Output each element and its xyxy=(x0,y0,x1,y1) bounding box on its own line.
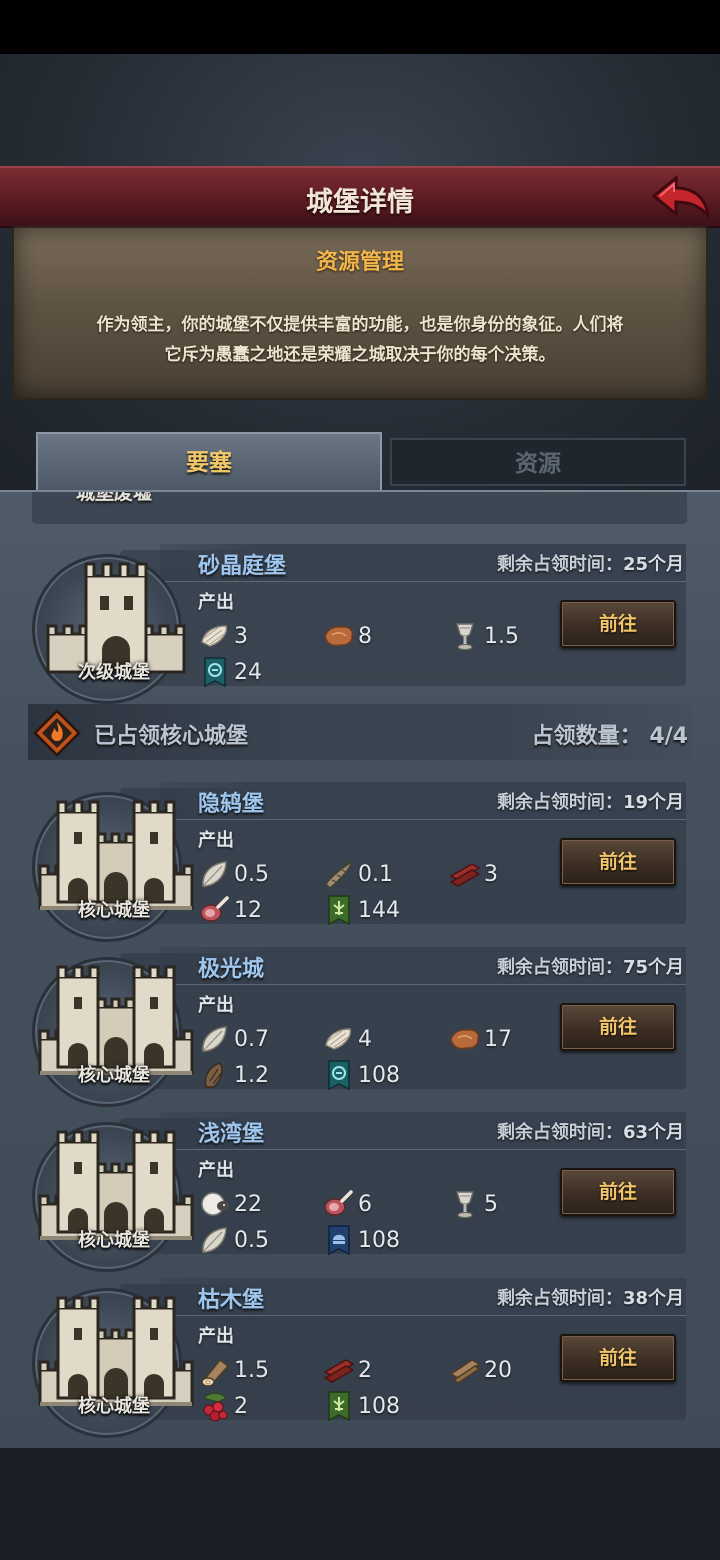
header-bar: 城堡详情 xyxy=(0,166,720,228)
castle-card-core: 核心城堡 隐鸫堡 剩余占领时间：19个月 产出 0.5 0.1 3 12 144… xyxy=(0,780,720,942)
resource-item: 20 xyxy=(448,1354,512,1386)
occupation-count: 占领数量： 4/4 xyxy=(531,724,688,749)
berries-icon xyxy=(198,1390,232,1422)
castle-name: 极光城 xyxy=(198,957,265,982)
status-bar xyxy=(0,0,720,54)
resource-item: 2 xyxy=(198,1390,248,1422)
leather-icon xyxy=(448,1023,482,1055)
green-banner-icon xyxy=(322,1390,356,1422)
wood-planks-icon xyxy=(448,1354,482,1386)
chalice-icon xyxy=(448,620,482,652)
occupation-timer: 剩余占领时间：38个月 xyxy=(496,1288,684,1309)
resource-item: 0.1 xyxy=(322,858,393,890)
castle-type-label: 核心城堡 xyxy=(78,1396,150,1417)
go-button[interactable]: 前往 xyxy=(560,1003,676,1051)
go-button[interactable]: 前往 xyxy=(560,1168,676,1216)
teal-banner-icon xyxy=(322,1059,356,1091)
production-label: 产出 xyxy=(198,1326,234,1347)
feather-icon xyxy=(198,1023,232,1055)
go-button[interactable]: 前往 xyxy=(560,838,676,886)
castle-card-secondary: 次级城堡 砂晶庭堡 剩余占领时间：25个月 产出 3 8 1.5 24 前往 xyxy=(0,542,720,704)
castle-type-label: 核心城堡 xyxy=(78,1065,150,1086)
info-panel: 资源管理 作为领主，你的城堡不仅提供丰富的功能，也是你身份的象征。人们将 它斥为… xyxy=(12,226,708,400)
resource-item: 5 xyxy=(448,1188,498,1220)
resource-item: 108 xyxy=(322,1059,400,1091)
resource-item: 108 xyxy=(322,1224,400,1256)
fiber-icon xyxy=(198,620,232,652)
section-header-core-castles: 已占领核心城堡 占领数量： 4/4 xyxy=(28,704,692,760)
go-button[interactable]: 前往 xyxy=(560,1334,676,1382)
chalice-icon xyxy=(448,1188,482,1220)
occupation-timer: 剩余占领时间：25个月 xyxy=(496,554,684,575)
resource-item: 1.5 xyxy=(198,1354,269,1386)
green-banner-icon xyxy=(322,894,356,926)
resource-item: 3 xyxy=(198,620,248,652)
claw-icon xyxy=(198,1059,232,1091)
resource-item: 108 xyxy=(322,1390,400,1422)
blue-banner-icon xyxy=(322,1224,356,1256)
info-title: 资源管理 xyxy=(315,250,404,275)
production-label: 产出 xyxy=(198,830,234,851)
castle-name: 枯木堡 xyxy=(198,1288,265,1313)
sheep-icon xyxy=(198,1188,232,1220)
horn-icon xyxy=(322,858,356,890)
castle-list[interactable]: 城堡废墟 次级城堡 砂晶庭堡 剩余占领时间：25个月 产出 3 8 1.5 24… xyxy=(0,490,720,1448)
resource-item: 6 xyxy=(322,1188,372,1220)
castle-type-label: 核心城堡 xyxy=(78,1230,150,1251)
castle-name: 隐鸫堡 xyxy=(198,792,265,817)
resource-item: 144 xyxy=(322,894,400,926)
resource-item: 17 xyxy=(448,1023,512,1055)
resource-item: 0.7 xyxy=(198,1023,269,1055)
back-arrow-icon[interactable] xyxy=(648,172,712,224)
feather-icon xyxy=(198,1224,232,1256)
partial-castle-card: 城堡废墟 xyxy=(32,490,687,524)
occupation-timer: 剩余占领时间：63个月 xyxy=(496,1122,684,1143)
feather-icon xyxy=(198,858,232,890)
red-planks-icon xyxy=(322,1354,356,1386)
castle-type-label: 核心城堡 xyxy=(78,900,150,921)
section-title: 已占领核心城堡 xyxy=(94,724,249,749)
resource-item: 2 xyxy=(322,1354,372,1386)
resource-item: 22 xyxy=(198,1188,262,1220)
resource-item: 1.2 xyxy=(198,1059,269,1091)
red-planks-icon xyxy=(448,858,482,890)
info-desc-line-1: 作为领主，你的城堡不仅提供丰富的功能，也是你身份的象征。人们将 xyxy=(96,315,624,335)
resource-item: 8 xyxy=(322,620,372,652)
castle-name: 浅湾堡 xyxy=(198,1122,265,1147)
tab-resources[interactable]: 资源 xyxy=(390,438,686,486)
info-description: 作为领主，你的城堡不仅提供丰富的功能，也是你身份的象征。人们将 它斥为愚蠢之地还… xyxy=(40,310,680,370)
castle-type-label: 城堡废墟 xyxy=(76,490,153,504)
info-desc-line-2: 它斥为愚蠢之地还是荣耀之城取决于你的每个决策。 xyxy=(164,345,556,365)
go-button[interactable]: 前往 xyxy=(560,600,676,648)
page-title: 城堡详情 xyxy=(306,187,414,218)
resource-item: 4 xyxy=(322,1023,372,1055)
production-label: 产出 xyxy=(198,592,234,613)
castle-card-core: 核心城堡 浅湾堡 剩余占领时间：63个月 产出 22 6 5 0.5 108 前… xyxy=(0,1110,720,1272)
resource-item: 24 xyxy=(198,656,262,688)
meat-icon xyxy=(198,894,232,926)
bottom-area xyxy=(0,1448,720,1560)
castle-type-label: 次级城堡 xyxy=(78,662,150,683)
production-label: 产出 xyxy=(198,1160,234,1181)
resource-item: 0.5 xyxy=(198,858,269,890)
tab-fortress[interactable]: 要塞 xyxy=(36,432,382,490)
log-icon xyxy=(198,1354,232,1386)
castle-card-core: 核心城堡 枯木堡 剩余占领时间：38个月 产出 1.5 2 20 2 108 前… xyxy=(0,1276,720,1438)
meat-icon xyxy=(322,1188,356,1220)
flame-icon xyxy=(33,709,81,757)
production-label: 产出 xyxy=(198,995,234,1016)
resource-item: 1.5 xyxy=(448,620,519,652)
tab-bar: 要塞 资源 xyxy=(30,432,690,492)
resource-item: 0.5 xyxy=(198,1224,269,1256)
castle-card-core: 核心城堡 极光城 剩余占领时间：75个月 产出 0.7 4 17 1.2 108… xyxy=(0,945,720,1107)
resource-item: 3 xyxy=(448,858,498,890)
occupation-timer: 剩余占领时间：75个月 xyxy=(496,957,684,978)
fiber-icon xyxy=(322,1023,356,1055)
teal-banner-icon xyxy=(198,656,232,688)
occupation-timer: 剩余占领时间：19个月 xyxy=(496,792,684,813)
leather-icon xyxy=(322,620,356,652)
castle-name: 砂晶庭堡 xyxy=(198,554,287,579)
resource-item: 12 xyxy=(198,894,262,926)
